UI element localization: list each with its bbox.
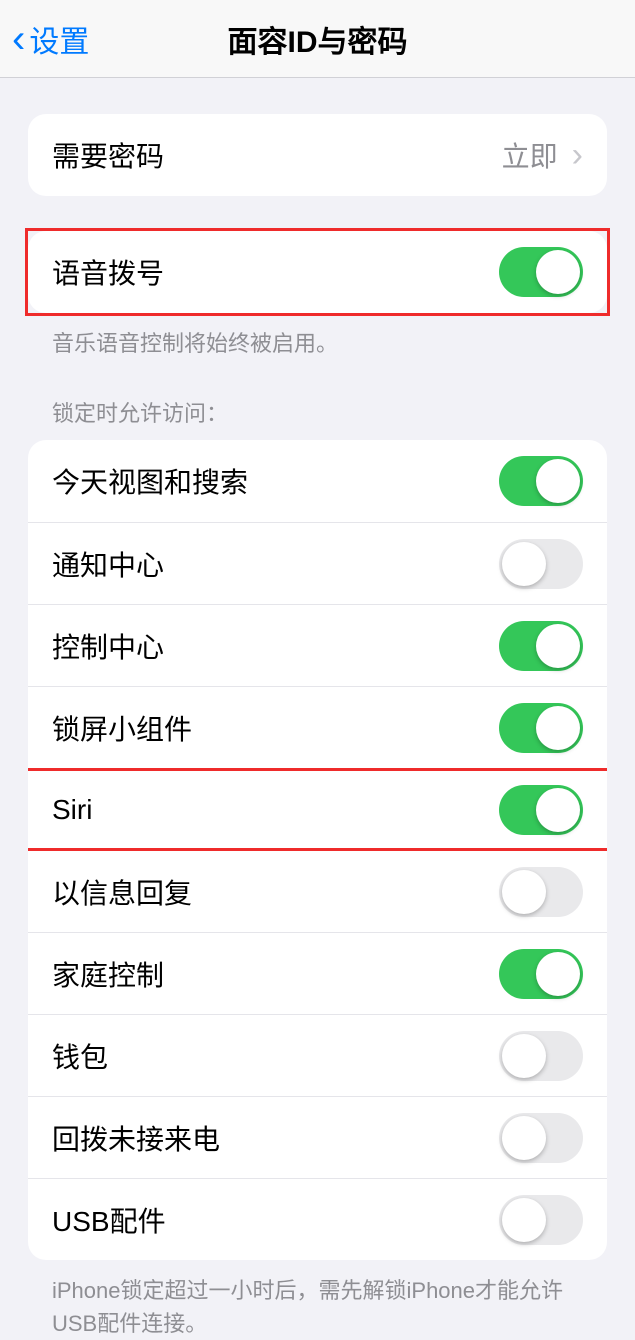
lock-access-label: 今天视图和搜索 (52, 461, 248, 501)
voice-dial-highlight: 语音拨号 (25, 228, 610, 316)
lock-access-toggle[interactable] (499, 867, 583, 917)
page-title: 面容ID与密码 (228, 17, 408, 61)
lock-access-toggle[interactable] (499, 1031, 583, 1081)
chevron-right-icon: › (572, 136, 583, 175)
back-button[interactable]: ‹ 设置 (12, 17, 89, 61)
lock-access-row: 回拨未接来电 (28, 1096, 607, 1178)
lock-access-row: 锁屏小组件 (28, 686, 607, 768)
lock-access-label: 控制中心 (52, 626, 164, 666)
require-passcode-group: 需要密码 立即 › (28, 114, 607, 196)
lock-access-toggle[interactable] (499, 621, 583, 671)
require-passcode-value: 立即 › (502, 135, 583, 175)
nav-bar: ‹ 设置 面容ID与密码 (0, 0, 635, 78)
lock-access-label: 通知中心 (52, 544, 164, 584)
voice-dial-toggle[interactable] (499, 247, 583, 297)
lock-access-label: 以信息回复 (52, 872, 192, 912)
lock-access-label: 回拨未接来电 (52, 1118, 220, 1158)
lock-access-footer: iPhone锁定超过一小时后，需先解锁iPhone才能允许USB配件连接。 (28, 1260, 607, 1340)
lock-access-label: 锁屏小组件 (52, 708, 192, 748)
lock-access-toggle[interactable] (499, 1113, 583, 1163)
lock-access-label: 家庭控制 (52, 954, 164, 994)
lock-access-toggle[interactable] (499, 1195, 583, 1245)
lock-access-header: 锁定时允许访问： (28, 360, 607, 440)
lock-access-label: 钱包 (52, 1036, 108, 1076)
require-passcode-row[interactable]: 需要密码 立即 › (28, 114, 607, 196)
lock-access-row: 钱包 (28, 1014, 607, 1096)
voice-dial-footer: 音乐语音控制将始终被启用。 (28, 313, 607, 360)
voice-dial-group: 语音拨号 (28, 231, 607, 313)
lock-access-toggle[interactable] (499, 539, 583, 589)
lock-access-toggle[interactable] (499, 456, 583, 506)
lock-access-toggle[interactable] (499, 949, 583, 999)
require-passcode-label: 需要密码 (52, 135, 164, 175)
lock-access-row: Siri (28, 768, 607, 850)
lock-access-row: 控制中心 (28, 604, 607, 686)
back-label: 设置 (29, 17, 89, 61)
lock-access-row: 通知中心 (28, 522, 607, 604)
lock-access-toggle[interactable] (499, 703, 583, 753)
lock-access-group: 今天视图和搜索通知中心控制中心锁屏小组件 Siri 以信息回复家庭控制钱包回拨未接来… (28, 440, 607, 1260)
voice-dial-row: 语音拨号 (28, 231, 607, 313)
voice-dial-label: 语音拨号 (52, 252, 164, 292)
lock-access-row: 以信息回复 (28, 850, 607, 932)
lock-access-toggle[interactable] (499, 785, 583, 835)
lock-access-row: 家庭控制 (28, 932, 607, 1014)
lock-access-label: Siri (52, 794, 92, 826)
chevron-left-icon: ‹ (12, 19, 25, 59)
lock-access-label: USB配件 (52, 1200, 166, 1240)
lock-access-row: 今天视图和搜索 (28, 440, 607, 522)
lock-access-row: USB配件 (28, 1178, 607, 1260)
